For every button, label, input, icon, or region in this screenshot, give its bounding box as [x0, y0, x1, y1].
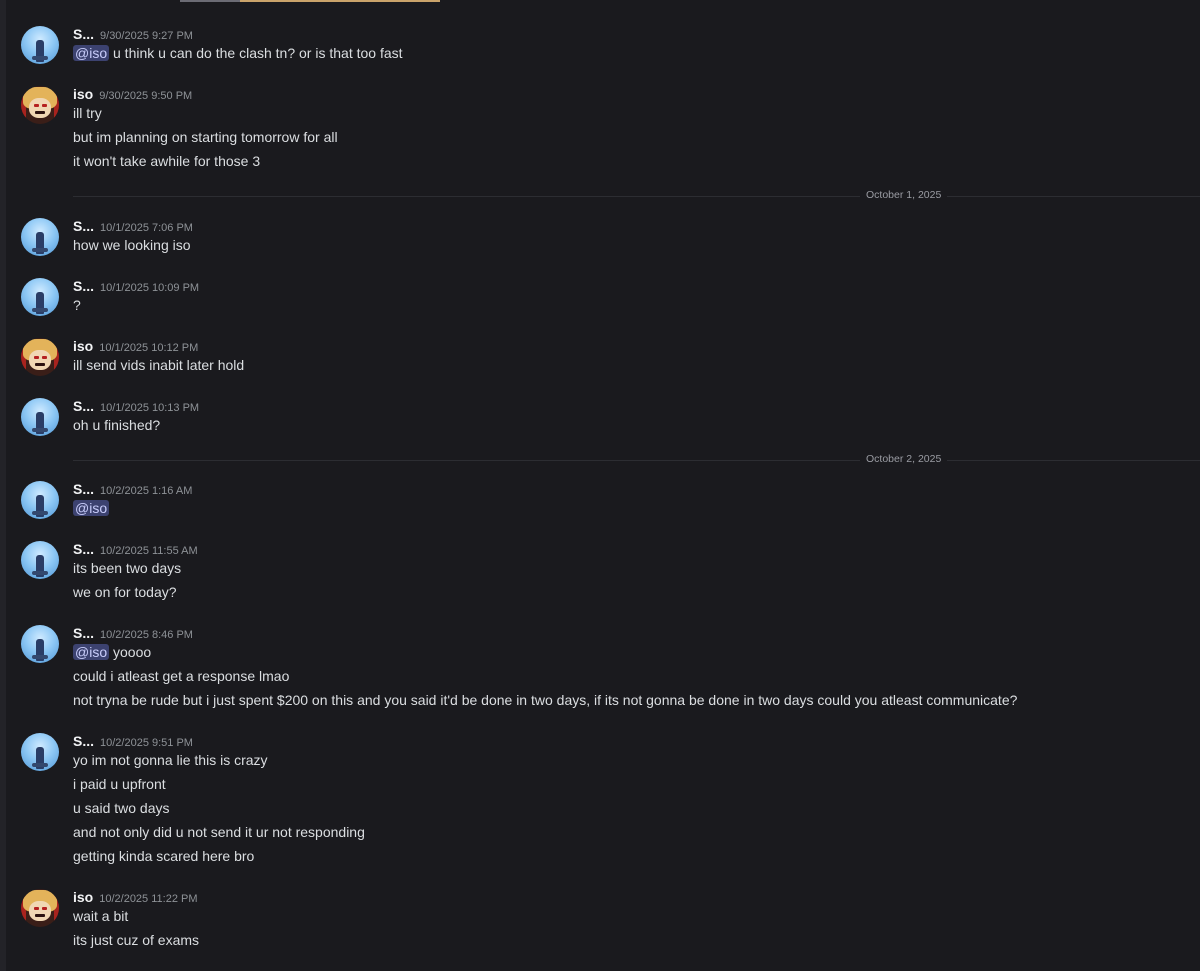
author-name[interactable]: iso [73, 889, 93, 905]
avatar[interactable] [21, 218, 59, 256]
message-text: and not only did u not send it ur not re… [73, 824, 365, 840]
message-text: wait a bit [73, 908, 129, 924]
avatar[interactable] [21, 481, 59, 519]
message-text: oh u finished? [73, 417, 161, 433]
message-text: ill send vids inabit later hold [73, 357, 245, 373]
timestamp: 10/1/2025 10:13 PM [100, 402, 200, 414]
message-text: i paid u upfront [73, 776, 166, 792]
date-divider [73, 460, 1200, 461]
message-text: how we looking iso [73, 237, 191, 253]
author-name[interactable]: S... [73, 625, 94, 641]
author-name[interactable]: S... [73, 481, 94, 497]
message-text: its been two days [73, 560, 182, 576]
date-divider-label: October 1, 2025 [860, 189, 948, 201]
timestamp: 10/1/2025 10:12 PM [99, 342, 199, 354]
mention[interactable]: @iso [73, 644, 110, 660]
avatar[interactable] [21, 541, 59, 579]
avatar[interactable] [21, 733, 59, 771]
timestamp: 10/2/2025 1:16 AM [100, 485, 193, 497]
author-name[interactable]: S... [73, 278, 94, 294]
avatar[interactable] [21, 278, 59, 316]
message-text: getting kinda scared here bro [73, 848, 255, 864]
message-text: ill try [73, 105, 102, 121]
author-name[interactable]: S... [73, 26, 94, 42]
message-text: its just cuz of exams [73, 932, 200, 948]
message-text: ? [73, 297, 81, 313]
mention[interactable]: @iso [73, 45, 110, 61]
avatar[interactable] [21, 398, 59, 436]
message-text: @iso u think u can do the clash tn? or i… [73, 45, 403, 61]
avatar[interactable] [21, 338, 59, 376]
message-text: @iso [73, 499, 110, 517]
date-divider-label: October 2, 2025 [860, 453, 948, 465]
message-text: yo im not gonna lie this is crazy [73, 752, 268, 768]
timestamp: 9/30/2025 9:50 PM [99, 90, 193, 102]
timestamp: 10/2/2025 11:55 AM [100, 545, 198, 557]
message-text: but im planning on starting tomorrow for… [73, 129, 338, 145]
timestamp: 10/2/2025 8:46 PM [100, 629, 193, 641]
previous-attachment-edge [180, 0, 440, 2]
timestamp: 10/1/2025 7:06 PM [100, 222, 193, 234]
left-edge-strip [0, 0, 6, 971]
author-name[interactable]: S... [73, 218, 94, 234]
avatar[interactable] [21, 26, 59, 64]
timestamp: 10/2/2025 11:22 PM [99, 893, 198, 905]
avatar[interactable] [21, 625, 59, 663]
mention[interactable]: @iso [73, 500, 110, 516]
message-text: it won't take awhile for those 3 [73, 153, 261, 169]
avatar[interactable] [21, 889, 59, 927]
message-text: @iso yoooo [73, 644, 152, 660]
timestamp: 10/1/2025 10:09 PM [100, 282, 200, 294]
author-name[interactable]: S... [73, 398, 94, 414]
author-name[interactable]: iso [73, 338, 93, 354]
author-name[interactable]: S... [73, 733, 94, 749]
timestamp: 9/30/2025 9:27 PM [100, 30, 193, 42]
avatar[interactable] [21, 86, 59, 124]
author-name[interactable]: iso [73, 86, 93, 102]
author-name[interactable]: S... [73, 541, 94, 557]
date-divider [73, 196, 1200, 197]
message-text: not tryna be rude but i just spent $200 … [73, 692, 1018, 708]
timestamp: 10/2/2025 9:51 PM [100, 737, 193, 749]
message-text: we on for today? [73, 584, 177, 600]
message-text: could i atleast get a response lmao [73, 668, 290, 684]
message-text: u said two days [73, 800, 170, 816]
